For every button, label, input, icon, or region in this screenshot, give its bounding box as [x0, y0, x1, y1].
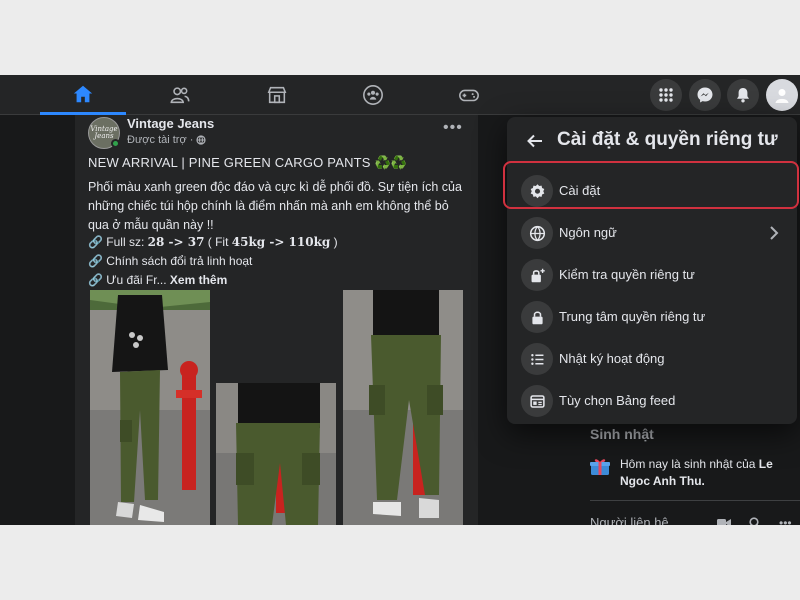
groups-icon [363, 85, 383, 105]
notifications-button[interactable] [727, 79, 759, 111]
size-mid: ( Fit [204, 235, 232, 249]
return-policy-text: Chính sách đổi trả linh hoạt [106, 254, 253, 268]
contacts-section-title: Người liên hệ [590, 515, 669, 525]
nav-tab-marketplace[interactable] [234, 75, 320, 115]
size-range: 28 -> 37 [147, 235, 205, 249]
size-end: ) [330, 235, 338, 249]
lock-icon-wrap [521, 301, 553, 333]
new-room-video-icon[interactable] [717, 517, 731, 525]
nav-tab-home[interactable] [40, 75, 126, 115]
cargo-pants-photo-image [216, 383, 336, 525]
lock-plus-icon-wrap [521, 259, 553, 291]
post-meta: Được tài trợ · [127, 134, 207, 146]
weight-range: 45kg -> 110kg [231, 235, 331, 249]
page-name[interactable]: Vintage Jeans [127, 116, 214, 131]
account-avatar-icon [775, 89, 789, 103]
cargo-pants-photo-image [343, 290, 463, 525]
offer-text: Ưu đãi Fr... [106, 273, 167, 287]
chevron-right-icon [770, 226, 779, 240]
size-line: 🔗 Full sz: 28 -> 37 ( Fit 45kg -> 110kg … [88, 233, 466, 252]
friends-icon [170, 87, 190, 104]
menu-grid-button[interactable] [650, 79, 682, 111]
menu-grid-icon [659, 88, 673, 102]
notifications-bell-icon [737, 88, 749, 103]
birthday-text: Hôm nay là sinh nhật của [620, 457, 756, 471]
online-status-dot [111, 139, 120, 148]
birthday-section-title: Sinh nhật [590, 426, 654, 442]
settings-highlight-outline [503, 161, 799, 209]
globe-icon-wrap [521, 217, 553, 249]
menu-item-label: Kiểm tra quyền riêng tư [559, 267, 695, 282]
gaming-icon [459, 89, 479, 102]
nav-tab-groups[interactable] [330, 75, 416, 115]
post-details: 🔗 Full sz: 28 -> 37 ( Fit 45kg -> 110kg … [88, 233, 466, 290]
menu-item-label: Ngôn ngữ [559, 225, 617, 240]
sidebar-divider [590, 500, 800, 501]
lock-icon [531, 311, 543, 324]
menu-item-language[interactable]: Ngôn ngữ [515, 213, 789, 253]
menu-item-privacy-checkup[interactable]: Kiểm tra quyền riêng tư [515, 255, 789, 295]
link-emoji-icon: 🔗 [88, 273, 103, 287]
post-body-text: Phối màu xanh green độc đáo và cực kì dễ… [88, 180, 462, 232]
dropdown-title: Cài đặt & quyền riêng tư [557, 129, 778, 150]
activity-list-icon [530, 353, 543, 365]
post-options-more-icon[interactable]: ••• [443, 119, 463, 137]
globe-small-icon [196, 135, 207, 145]
feed-preferences-icon [529, 394, 545, 408]
contacts-toolbar: ••• [717, 516, 792, 525]
offer-line: 🔗 Ưu đãi Fr... Xem thêm [88, 271, 466, 290]
post-photo-2[interactable] [216, 383, 336, 525]
account-avatar-button[interactable] [766, 79, 798, 111]
lock-plus-icon [531, 268, 545, 282]
globe-icon [529, 225, 545, 241]
feed-preferences-icon-wrap [521, 385, 553, 417]
return-policy-line: 🔗 Chính sách đổi trả linh hoạt [88, 252, 466, 271]
menu-item-privacy-center[interactable]: Trung tâm quyền riêng tư [515, 297, 789, 337]
post-photo-3[interactable] [343, 290, 463, 525]
gift-icon [590, 459, 610, 475]
contacts-more-icon[interactable]: ••• [779, 516, 792, 525]
link-emoji-icon: 🔗 [88, 235, 103, 249]
marketplace-icon [267, 86, 287, 104]
birthday-notice[interactable]: Hôm nay là sinh nhật của Le Ngoc Anh Thu… [620, 456, 790, 490]
menu-item-activity-log[interactable]: Nhật ký hoạt động [515, 339, 789, 379]
facebook-screen: Vintage Jeans Vintage Jeans Được tài trợ… [0, 75, 800, 525]
post-photo-1[interactable] [90, 290, 210, 525]
back-arrow-icon[interactable] [525, 131, 545, 151]
nav-tab-friends[interactable] [137, 75, 223, 115]
top-navigation-bar [0, 75, 800, 115]
dropdown-header: Cài đặt & quyền riêng tư [507, 117, 797, 167]
nav-tab-gaming[interactable] [426, 75, 512, 115]
search-icon[interactable] [749, 517, 761, 525]
link-emoji-icon: 🔗 [88, 254, 103, 268]
cargo-pants-photo-image [90, 290, 210, 525]
size-prefix: Full sz: [106, 235, 148, 249]
sponsored-label[interactable]: Được tài trợ · [127, 134, 193, 146]
page-avatar-logo-text: Vintage Jeans [90, 125, 118, 140]
messenger-icon [697, 87, 713, 103]
menu-item-label: Trung tâm quyền riêng tư [559, 309, 706, 324]
sponsored-post: Vintage Jeans Vintage Jeans Được tài trợ… [75, 115, 478, 525]
home-icon [73, 85, 93, 102]
messenger-button[interactable] [689, 79, 721, 111]
see-more-link[interactable]: Xem thêm [170, 273, 227, 287]
menu-item-feed-preferences[interactable]: Tùy chọn Bảng feed [515, 381, 789, 421]
activity-list-icon-wrap [521, 343, 553, 375]
post-title: NEW ARRIVAL | PINE GREEN CARGO PANTS ♻️♻… [88, 155, 408, 170]
menu-item-label: Nhật ký hoạt động [559, 351, 665, 366]
menu-item-label: Tùy chọn Bảng feed [559, 393, 676, 408]
